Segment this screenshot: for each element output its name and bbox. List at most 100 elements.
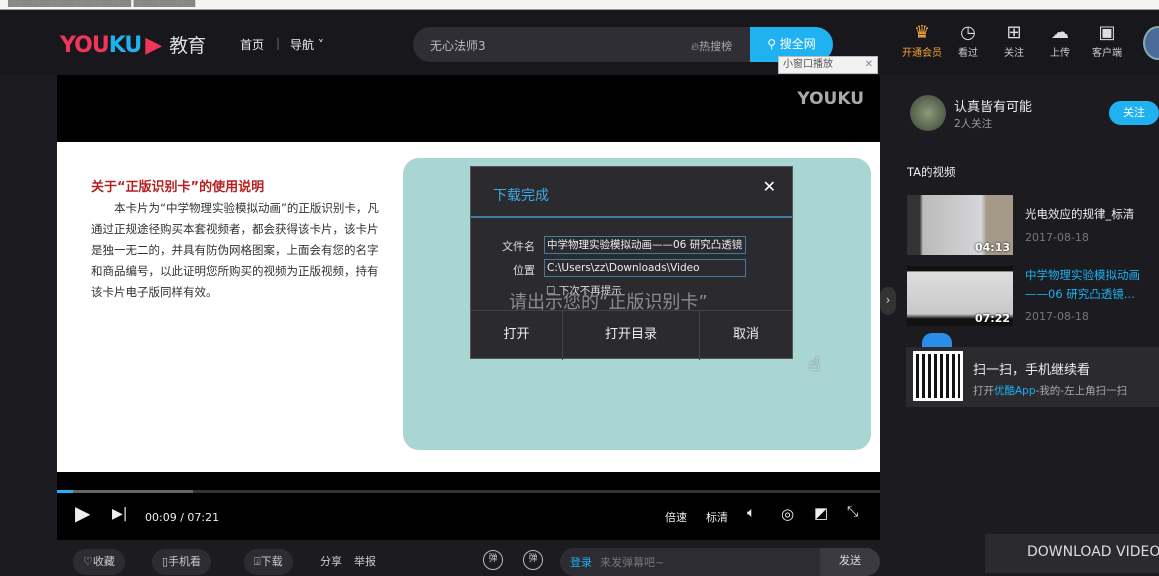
section-title: TA的视频 <box>907 165 956 179</box>
heart-icon: ♡ <box>83 555 93 568</box>
play-icon[interactable]: ▶ <box>75 501 90 525</box>
volume-icon[interactable]: 🔈︎ <box>747 505 755 521</box>
video-thumbnail[interactable]: 07:22 <box>907 266 1013 326</box>
close-icon[interactable]: ✕ <box>763 177 776 196</box>
upload-button[interactable]: ☁ 上传 <box>1043 22 1077 59</box>
follow-nav-label: 关注 <box>1004 48 1024 59</box>
slide-title: 关于“正版识别卡”的使用说明 <box>91 180 265 195</box>
follow-button[interactable]: 关注 <box>1109 101 1159 125</box>
cancel-button[interactable]: 取消 <box>700 311 792 360</box>
search-button-label: 搜全网 <box>779 37 816 51</box>
filename-label: 文件名 <box>502 240 535 253</box>
buffer-fill <box>57 490 193 493</box>
info-text: ████████████████████ ██████████ <box>8 0 196 7</box>
client-icon: ▣ <box>1098 22 1116 43</box>
time-total: 07:21 <box>187 511 220 524</box>
qr-hint: 打开优酷App-我的-左上角扫一扫 <box>973 383 1127 398</box>
danmu-input[interactable]: 登录 来发弹幕吧~ 发送 <box>560 548 880 576</box>
login-link[interactable]: 登录 <box>570 554 592 570</box>
qr-hint-post: -我的-左上角扫一扫 <box>1035 385 1128 397</box>
play-logo-icon: ▶ <box>145 33 162 58</box>
qr-hint-pre: 打开 <box>973 385 994 397</box>
qr-code <box>913 351 963 401</box>
nav-home[interactable]: 首页 <box>240 36 264 53</box>
client-button[interactable]: ▣ 客户端 <box>1089 22 1125 59</box>
upload-label: 上传 <box>1050 48 1070 59</box>
client-label: 客户端 <box>1092 48 1122 59</box>
bookmark-icon: ⊞ <box>1006 22 1022 43</box>
phone-watch-button[interactable]: ▯手机看 <box>152 549 212 575</box>
logo-ku: KU <box>108 33 143 58</box>
time-current: 00:09 <box>145 511 177 524</box>
logo-you: YOU <box>60 33 110 58</box>
mini-window-label: 小窗口播放 <box>783 59 833 70</box>
author-name[interactable]: 认真皆有可能 <box>954 96 1032 115</box>
action-bar: ♡收藏 ▯手机看 ⍗下载 分享 举报 弹 弹 登录 来发弹幕吧~ 发送 <box>57 545 880 576</box>
qr-panel: 扫一扫，手机继续看 打开优酷App-我的-左上角扫一扫 <box>906 347 1159 407</box>
location-field[interactable]: C:\Users\zz\Downloads\Video <box>544 259 746 277</box>
nav-divider: | <box>276 36 281 50</box>
clock-icon: ◷ <box>960 22 976 43</box>
time-display: 00:09 / 07:21 <box>145 511 220 524</box>
follower-count: 2人关注 <box>954 118 993 130</box>
fire-icon: 🔥︎ <box>691 40 700 53</box>
collect-label: 收藏 <box>92 555 115 568</box>
open-folder-button[interactable]: 打开目录 <box>563 311 700 360</box>
nav-menu-label: 导航 <box>290 38 315 52</box>
next-icon[interactable]: ▶| <box>112 506 127 522</box>
history-label: 看过 <box>958 48 978 59</box>
vip-label: 开通会员 <box>902 48 942 59</box>
speed-button[interactable]: 倍速 <box>665 509 687 525</box>
hot-search-link[interactable]: 🔥︎热搜榜 <box>691 38 732 54</box>
video-title[interactable]: 中学物理实验模拟动画——06 研究凸透镜... <box>1025 266 1159 304</box>
download-video-button[interactable]: DOWNLOAD VIDEO <box>985 534 1159 573</box>
settings-icon[interactable]: ◎ <box>781 505 794 523</box>
video-player[interactable]: YOUKU 关于“正版识别卡”的使用说明 本卡片为“中学物理实验模拟动画”的正版… <box>57 75 880 540</box>
search-bar: 无心法师3 🔥︎热搜榜 ⚲ 搜全网 <box>413 27 833 62</box>
download-icon: ⍗ <box>254 555 261 568</box>
mini-window-tooltip[interactable]: 小窗口播放 ✕ <box>778 56 878 74</box>
qr-title: 扫一扫，手机继续看 <box>973 363 1091 378</box>
crown-icon: ♛ <box>913 22 931 43</box>
open-button[interactable]: 打开 <box>471 311 563 360</box>
mouse-cursor-icon: ☝ <box>809 354 820 375</box>
duration-badge: 07:22 <box>974 312 1010 325</box>
video-frame: 关于“正版识别卡”的使用说明 本卡片为“中学物理实验模拟动画”的正版识别卡，凡通… <box>57 142 880 472</box>
chevron-right-icon[interactable]: › <box>880 287 896 315</box>
search-input[interactable]: 无心法师3 <box>430 37 486 54</box>
video-thumbnail[interactable]: 04:13 <box>907 195 1013 255</box>
report-button[interactable]: 举报 <box>344 549 386 575</box>
qr-app-link[interactable]: 优酷App <box>994 385 1036 397</box>
download-label: 下载 <box>260 555 283 568</box>
quality-button[interactable]: 标清 <box>706 509 728 525</box>
vip-button[interactable]: ♛ 开通会员 <box>900 22 944 59</box>
dialog-divider <box>471 216 792 218</box>
chevron-down-icon: ˅ <box>314 38 324 52</box>
hot-label: 热搜榜 <box>699 40 733 53</box>
danmu-settings-icon[interactable]: 弹 <box>523 550 543 570</box>
filename-field[interactable]: 中学物理实验模拟动画——06 研究凸透镜 <box>544 236 746 254</box>
video-date: 2017-08-18 <box>1025 310 1089 323</box>
follow-nav-button[interactable]: ⊞ 关注 <box>997 22 1031 59</box>
send-button[interactable]: 发送 <box>820 548 880 576</box>
danmu-toggle-icon[interactable]: 弹 <box>483 550 503 570</box>
nav-menu[interactable]: 导航 ˅ <box>290 36 324 53</box>
video-title[interactable]: 光电效应的规律_标清 <box>1025 205 1134 224</box>
dialog-buttons: 打开 打开目录 取消 <box>471 310 792 360</box>
slide-body: 本卡片为“中学物理实验模拟动画”的正版识别卡，凡通过正规途径购买本套视频者，都会… <box>91 201 379 299</box>
picture-in-picture-icon[interactable]: ◩ <box>814 504 828 522</box>
close-icon[interactable]: ✕ <box>865 57 873 73</box>
history-button[interactable]: ◷ 看过 <box>951 22 985 59</box>
youku-logo[interactable]: YOUKU ▶ 教育 <box>60 31 206 58</box>
danmu-placeholder: 来发弹幕吧~ <box>600 556 665 569</box>
collect-button[interactable]: ♡收藏 <box>73 549 125 575</box>
download-complete-dialog: 下载完成 ✕ 文件名 中学物理实验模拟动画——06 研究凸透镜 位置 C:\Us… <box>470 166 793 360</box>
download-button[interactable]: ⍗下载 <box>244 549 293 575</box>
duration-badge: 04:13 <box>974 241 1010 254</box>
author-avatar[interactable] <box>910 95 946 131</box>
upload-cloud-icon: ☁ <box>1051 22 1069 43</box>
progress-bar[interactable] <box>57 490 880 493</box>
fullscreen-icon[interactable]: ⤡ <box>847 504 858 520</box>
dialog-title: 下载完成 <box>493 188 549 204</box>
browser-info-bar: ████████████████████ ██████████ <box>0 0 1159 10</box>
